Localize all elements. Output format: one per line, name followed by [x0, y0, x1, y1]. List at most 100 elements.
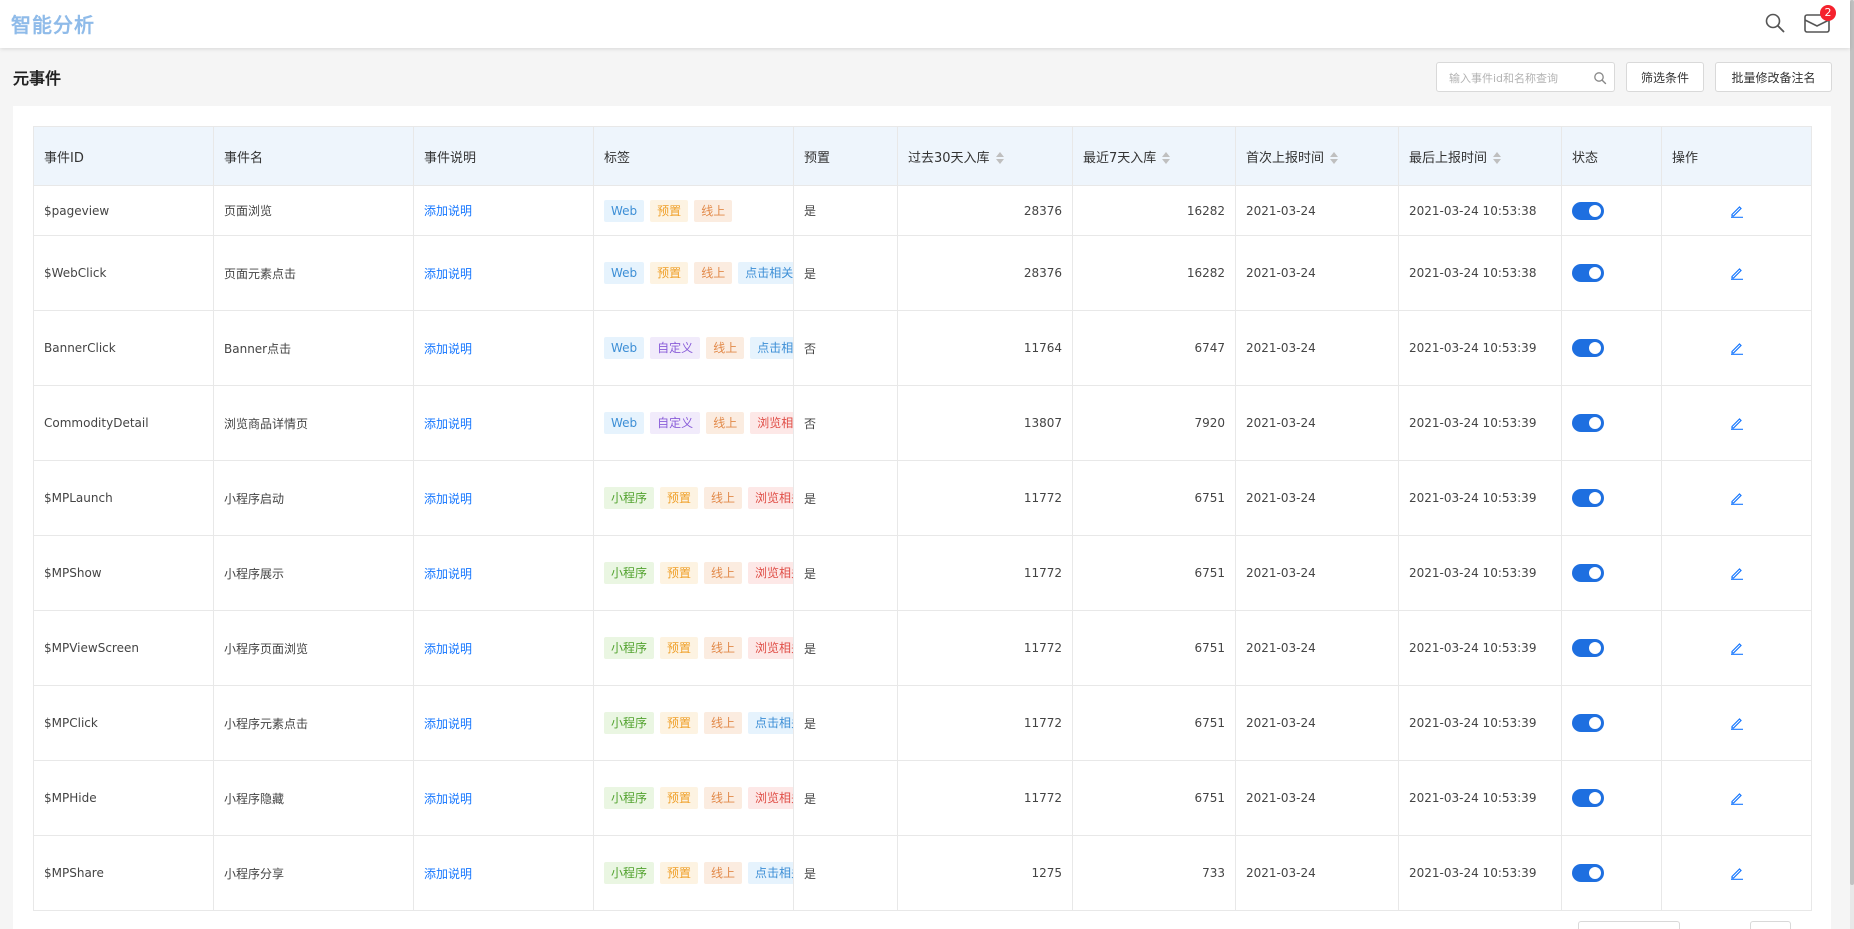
add-description-link[interactable]: 添加说明: [424, 342, 472, 356]
tag-web: Web: [604, 337, 645, 359]
cell-event-name: Banner点击: [213, 310, 414, 386]
edit-icon[interactable]: [1730, 791, 1744, 806]
events-table: 事件ID 事件名 事件说明 标签 预置 过去30天入库 最近7天入库 首次上报时…: [33, 126, 1812, 911]
add-description-link[interactable]: 添加说明: [424, 567, 472, 581]
cell-event-desc: 添加说明: [413, 610, 594, 686]
edit-icon[interactable]: [1730, 204, 1744, 218]
cell-event-desc: 添加说明: [413, 310, 594, 386]
cell-status: [1561, 760, 1662, 836]
search-icon[interactable]: [1593, 71, 1607, 85]
event-search-input[interactable]: [1449, 68, 1589, 88]
edit-icon[interactable]: [1730, 641, 1744, 656]
sort-icon[interactable]: [1330, 152, 1339, 164]
cell-event-desc: 添加说明: [413, 235, 594, 311]
cell-last-7-days: 6751: [1072, 610, 1236, 686]
add-description-link[interactable]: 添加说明: [424, 204, 472, 218]
add-description-link[interactable]: 添加说明: [424, 417, 472, 431]
status-toggle[interactable]: [1572, 489, 1604, 507]
cell-tags: 小程序预置线上浏览相关: [593, 610, 794, 686]
cell-preset: 是: [793, 185, 898, 236]
cell-first-report: 2021-03-24: [1235, 610, 1399, 686]
tag-mini-program: 小程序: [604, 787, 655, 809]
cell-event-name: 小程序启动: [213, 460, 414, 536]
col-header-last-report[interactable]: 最后上报时间: [1398, 126, 1562, 186]
cell-last-30-days: 28376: [897, 185, 1073, 236]
tag-online: 线上: [694, 199, 733, 222]
status-toggle[interactable]: [1572, 339, 1604, 357]
edit-icon[interactable]: [1730, 716, 1744, 731]
filter-button[interactable]: 筛选条件: [1626, 62, 1704, 92]
cell-event-desc: 添加说明: [413, 685, 594, 761]
col-header-tags: 标签: [593, 126, 794, 186]
col-header-status: 状态: [1561, 126, 1662, 186]
table-row: $WebClick 页面元素点击 添加说明 Web 预置 线上 点击相关是 28376 1628…: [33, 235, 1812, 311]
cell-status: [1561, 835, 1662, 911]
col-header-last-30-days[interactable]: 过去30天入库: [897, 126, 1073, 186]
edit-icon[interactable]: [1730, 491, 1744, 506]
page-size-select[interactable]: [1578, 921, 1680, 929]
cell-first-report: 2021-03-24: [1235, 460, 1399, 536]
cell-event-name: 小程序元素点击: [213, 685, 414, 761]
add-description-link[interactable]: 添加说明: [424, 717, 472, 731]
col-header-last-7-days[interactable]: 最近7天入库: [1072, 126, 1236, 186]
sort-icon[interactable]: [1162, 152, 1171, 164]
search-icon[interactable]: [1764, 12, 1786, 34]
page-jump-input[interactable]: [1750, 921, 1791, 929]
cell-first-report: 2021-03-24: [1235, 185, 1399, 236]
status-toggle[interactable]: [1572, 789, 1604, 807]
tag-custom: 自定义: [650, 412, 701, 434]
edit-icon[interactable]: [1730, 266, 1744, 281]
sort-icon[interactable]: [1493, 152, 1502, 164]
edit-icon[interactable]: [1730, 866, 1744, 881]
add-description-link[interactable]: 添加说明: [424, 642, 472, 656]
event-search-box[interactable]: [1436, 62, 1615, 92]
status-toggle[interactable]: [1572, 639, 1604, 657]
cell-event-desc: 添加说明: [413, 835, 594, 911]
batch-rename-button[interactable]: 批量修改备注名: [1715, 62, 1832, 92]
tag-click-related: 点击相关: [748, 712, 793, 734]
cell-preset: 是: [793, 685, 898, 761]
status-toggle[interactable]: [1572, 414, 1604, 432]
status-toggle[interactable]: [1572, 714, 1604, 732]
edit-icon[interactable]: [1730, 341, 1744, 356]
cell-event-name: 页面浏览: [213, 185, 414, 236]
cell-event-name: 浏览商品详情页: [213, 385, 414, 461]
add-description-link[interactable]: 添加说明: [424, 867, 472, 881]
add-description-link[interactable]: 添加说明: [424, 792, 472, 806]
tag-browse-related: 浏览相关: [748, 562, 793, 584]
cell-event-desc: 添加说明: [413, 385, 594, 461]
cell-actions: [1661, 460, 1812, 536]
edit-icon[interactable]: [1730, 416, 1744, 431]
table-row: CommodityDetail浏览商品详情页添加说明 Web自定义线上浏览相关否1…: [33, 385, 1812, 461]
cell-status: [1561, 685, 1662, 761]
sort-icon[interactable]: [995, 152, 1004, 164]
cell-status: [1561, 310, 1662, 386]
scrollbar-thumb[interactable]: [1850, 0, 1854, 885]
cell-preset: 是: [793, 460, 898, 536]
cell-status: [1561, 385, 1662, 461]
cell-last-7-days: 16282: [1072, 235, 1236, 311]
cell-last-7-days: 6751: [1072, 535, 1236, 611]
col-header-first-report[interactable]: 首次上报时间: [1235, 126, 1399, 186]
table-row: $MPShow小程序展示添加说明小程序预置线上浏览相关是117726751202…: [33, 535, 1812, 611]
status-toggle[interactable]: [1572, 201, 1604, 220]
tag-preset: 预置: [660, 637, 699, 659]
tag-online: 线上: [704, 562, 743, 584]
cell-event-desc: 添加说明: [413, 185, 594, 236]
edit-icon[interactable]: [1730, 566, 1744, 581]
cell-status: [1561, 185, 1662, 236]
add-description-link[interactable]: 添加说明: [424, 492, 472, 506]
tag-web: Web: [604, 262, 645, 284]
cell-tags: 小程序预置线上浏览相关: [593, 460, 794, 536]
cell-event-id: $MPViewScreen: [33, 610, 214, 686]
status-toggle[interactable]: [1572, 864, 1604, 882]
app-brand[interactable]: 智能分析: [11, 9, 95, 38]
status-toggle[interactable]: [1572, 564, 1604, 582]
cell-last-report: 2021-03-24 10:53:38: [1398, 235, 1562, 311]
table-header-row: 事件ID 事件名 事件说明 标签 预置 过去30天入库 最近7天入库 首次上报时…: [33, 126, 1812, 186]
add-description-link[interactable]: 添加说明: [424, 267, 472, 281]
cell-last-7-days: 16282: [1072, 185, 1236, 236]
cell-last-7-days: 6751: [1072, 460, 1236, 536]
status-toggle[interactable]: [1572, 264, 1604, 282]
cell-first-report: 2021-03-24: [1235, 685, 1399, 761]
